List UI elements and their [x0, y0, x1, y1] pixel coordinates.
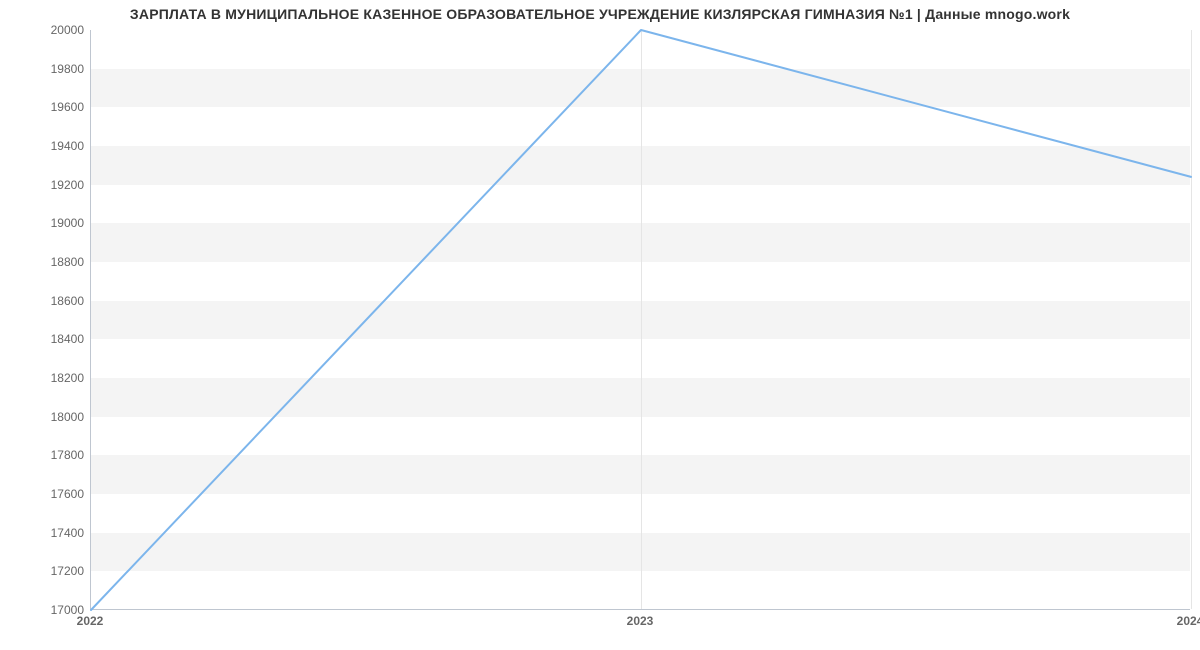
y-tick-label: 17600	[0, 487, 84, 501]
x-gridline	[1191, 30, 1192, 609]
y-tick-label: 19800	[0, 62, 84, 76]
y-tick-label: 17000	[0, 603, 84, 617]
y-tick-label: 18200	[0, 371, 84, 385]
plot-area	[90, 30, 1190, 610]
y-tick-label: 18400	[0, 332, 84, 346]
y-tick-label: 19600	[0, 100, 84, 114]
y-tick-label: 18600	[0, 294, 84, 308]
y-tick-label: 17400	[0, 526, 84, 540]
x-tick-label: 2022	[77, 614, 104, 628]
y-tick-label: 20000	[0, 23, 84, 37]
y-tick-label: 19200	[0, 178, 84, 192]
y-tick-label: 18800	[0, 255, 84, 269]
y-tick-label: 18000	[0, 410, 84, 424]
y-tick-label: 19000	[0, 216, 84, 230]
y-tick-label: 19400	[0, 139, 84, 153]
y-tick-label: 17200	[0, 564, 84, 578]
x-tick-label: 2024	[1177, 614, 1200, 628]
chart-title: ЗАРПЛАТА В МУНИЦИПАЛЬНОЕ КАЗЕННОЕ ОБРАЗО…	[0, 6, 1200, 22]
y-tick-label: 17800	[0, 448, 84, 462]
x-tick-label: 2023	[627, 614, 654, 628]
line-series	[91, 30, 1190, 609]
salary-chart: ЗАРПЛАТА В МУНИЦИПАЛЬНОЕ КАЗЕННОЕ ОБРАЗО…	[0, 0, 1200, 650]
